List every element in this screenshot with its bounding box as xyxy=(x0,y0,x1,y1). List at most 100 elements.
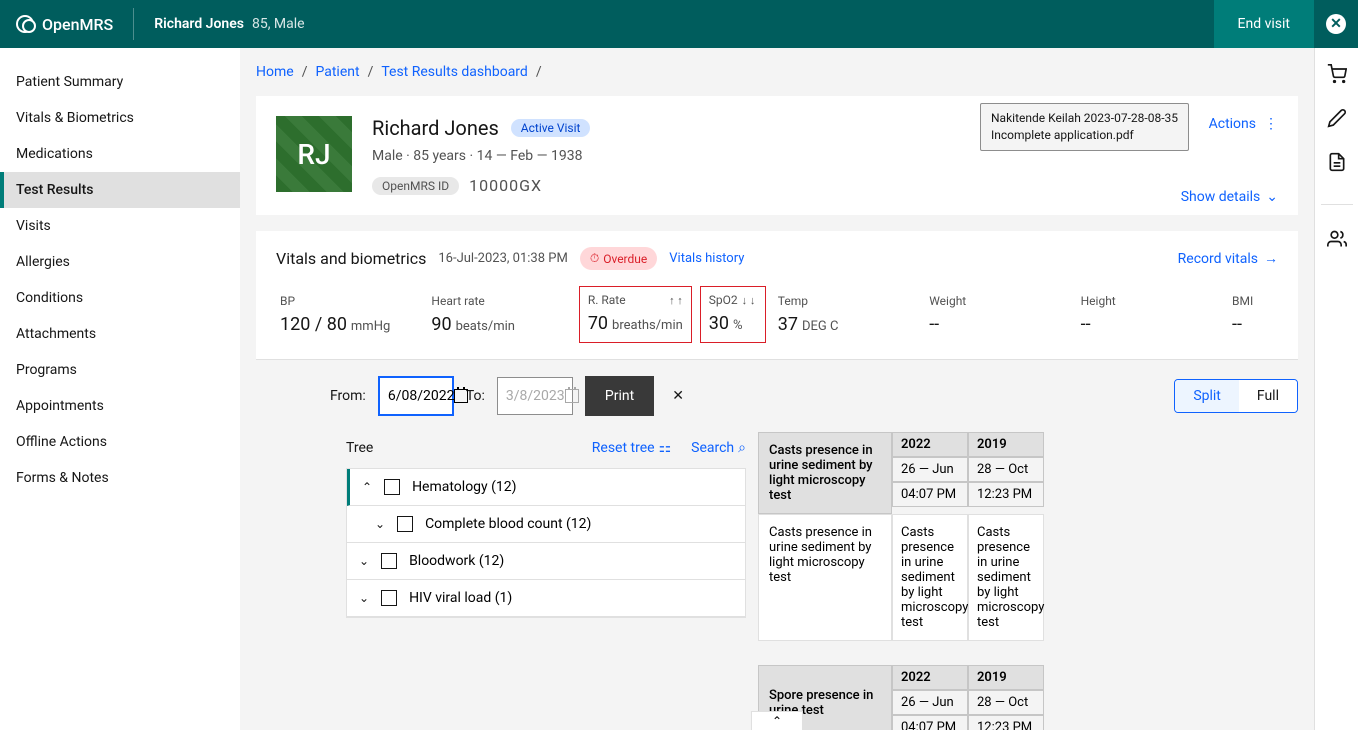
to-date-input[interactable]: 3/8/2023 xyxy=(497,377,573,415)
chevron-down-icon[interactable]: ⌄ xyxy=(375,517,385,531)
year-header: 2019 xyxy=(968,665,1044,690)
sidebar-item-medications[interactable]: Medications xyxy=(0,136,240,172)
tree-item-label: Bloodwork (12) xyxy=(409,553,504,569)
breadcrumb-home[interactable]: Home xyxy=(256,64,294,80)
openmrs-logo-icon xyxy=(16,15,34,33)
vitals-title: Vitals and biometrics xyxy=(276,249,426,268)
from-label: From: xyxy=(330,388,366,404)
header-patient-meta: 85, Male xyxy=(252,16,305,32)
breadcrumb: Home/ Patient/ Test Results dashboard/ xyxy=(240,48,1314,96)
sidebar-item-allergies[interactable]: Allergies xyxy=(0,244,240,280)
kebab-icon: ⋮ xyxy=(1264,116,1278,132)
chevron-up-icon: ⌃ xyxy=(772,714,782,728)
date-header: 26 — Jun xyxy=(892,690,968,715)
checkbox[interactable] xyxy=(397,516,413,532)
reset-tree-button[interactable]: Reset tree⚏ xyxy=(592,440,671,456)
app-header: OpenMRS Richard Jones 85, Male End visit… xyxy=(0,0,1358,48)
header-patient-name: Richard Jones xyxy=(154,16,244,32)
year-header: 2019 xyxy=(968,432,1044,457)
checkbox[interactable] xyxy=(381,590,397,606)
time-header: 04:07 PM xyxy=(892,482,968,507)
tree-item-cbc[interactable]: ⌄ Complete blood count (12) xyxy=(347,506,745,543)
actions-menu[interactable]: Actions ⋮ xyxy=(1209,116,1278,132)
print-button[interactable]: Print xyxy=(585,376,654,416)
logo-area: OpenMRS xyxy=(0,15,129,34)
vitals-history-link[interactable]: Vitals history xyxy=(669,251,744,266)
patient-header-info: Richard Jones 85, Male xyxy=(138,16,320,32)
users-icon[interactable] xyxy=(1327,229,1347,249)
search-icon: ⌕ xyxy=(738,440,746,456)
actions-label: Actions xyxy=(1209,116,1256,132)
vitals-section: Vitals and biometrics 16-Jul-2023, 01:38… xyxy=(256,231,1298,360)
tree-icon: ⚏ xyxy=(659,440,672,456)
show-details-button[interactable]: Show details ⌄ xyxy=(1181,189,1278,205)
sidebar-item-test-results[interactable]: Test Results xyxy=(0,172,240,208)
document-icon[interactable] xyxy=(1327,152,1347,172)
file-tooltip: Nakitende Keilah 2023-07-28-08-35 Incomp… xyxy=(980,103,1189,151)
tree-item-hiv[interactable]: ⌄ HIV viral load (1) xyxy=(347,580,745,617)
tree-item-label: Hematology (12) xyxy=(412,479,516,495)
record-vitals-button[interactable]: Record vitals→ xyxy=(1178,250,1278,267)
close-icon: ✕ xyxy=(1326,14,1346,34)
sidebar-item-offline[interactable]: Offline Actions xyxy=(0,424,240,460)
row-label: Casts presence in urine sediment by ligh… xyxy=(758,514,892,641)
date-header: 26 — Jun xyxy=(892,457,968,482)
search-button[interactable]: Search⌕ xyxy=(691,440,746,456)
cart-icon[interactable] xyxy=(1327,64,1347,84)
split-view-button[interactable]: Split xyxy=(1175,380,1239,412)
arrow-right-icon: → xyxy=(1264,250,1278,267)
breadcrumb-dashboard[interactable]: Test Results dashboard xyxy=(381,64,527,80)
sidebar-item-visits[interactable]: Visits xyxy=(0,208,240,244)
sidebar-item-programs[interactable]: Programs xyxy=(0,352,240,388)
chevron-up-icon[interactable]: ⌃ xyxy=(362,480,372,494)
checkbox[interactable] xyxy=(384,479,400,495)
tooltip-line2: Incomplete application.pdf xyxy=(991,127,1178,144)
id-type-badge: OpenMRS ID xyxy=(372,177,459,195)
main-content: Nakitende Keilah 2023-07-28-08-35 Incomp… xyxy=(240,48,1314,730)
tree-item-bloodwork[interactable]: ⌄ Bloodwork (12) xyxy=(347,543,745,580)
left-sidebar: Patient Summary Vitals & Biometrics Medi… xyxy=(0,48,240,730)
calendar-icon xyxy=(454,389,468,403)
date-header: 28 — Oct xyxy=(968,457,1044,482)
sidebar-item-appointments[interactable]: Appointments xyxy=(0,388,240,424)
time-header: 04:07 PM xyxy=(892,715,968,730)
tree-item-hematology[interactable]: ⌃ Hematology (12) xyxy=(347,469,745,506)
date-header: 28 — Oct xyxy=(968,690,1044,715)
chevron-down-icon[interactable]: ⌄ xyxy=(359,554,369,568)
patient-id: 10000GX xyxy=(469,176,542,195)
end-visit-button[interactable]: End visit xyxy=(1214,0,1314,48)
table-row-header: Casts presence in urine sediment by ligh… xyxy=(758,432,892,514)
up-arrows-icon: ↑ ↑ xyxy=(669,294,683,307)
chevron-down-icon[interactable]: ⌄ xyxy=(359,591,369,605)
full-view-button[interactable]: Full xyxy=(1239,380,1297,412)
time-header: 12:23 PM xyxy=(968,482,1044,507)
chevron-down-icon: ⌄ xyxy=(1266,189,1278,205)
data-cell: Casts presence in urine sediment by ligh… xyxy=(892,514,968,641)
tree-panel: Tree Reset tree⚏ Search⌕ ⌃ Hematology (1… xyxy=(346,432,746,730)
pencil-icon[interactable] xyxy=(1327,108,1347,128)
sidebar-item-patient-summary[interactable]: Patient Summary xyxy=(0,64,240,100)
checkbox[interactable] xyxy=(381,553,397,569)
sidebar-item-attachments[interactable]: Attachments xyxy=(0,316,240,352)
from-date-input[interactable]: 6/08/2022 xyxy=(378,376,454,416)
active-visit-badge: Active Visit xyxy=(511,119,591,137)
to-label: To: xyxy=(466,388,485,404)
vitals-date: 16-Jul-2023, 01:38 PM xyxy=(438,251,567,266)
vital-spo2: SpO2↓ ↓ 30 % xyxy=(700,286,766,343)
expand-handle[interactable]: ⌃ xyxy=(751,711,803,730)
breadcrumb-patient[interactable]: Patient xyxy=(315,64,359,80)
sidebar-item-conditions[interactable]: Conditions xyxy=(0,280,240,316)
vital-height: Height -- xyxy=(1077,286,1228,343)
clear-button[interactable]: ✕ xyxy=(672,388,684,404)
close-button[interactable]: ✕ xyxy=(1314,0,1358,48)
avatar: RJ xyxy=(276,116,352,192)
down-arrows-icon: ↓ ↓ xyxy=(742,294,756,307)
view-toggle: Split Full xyxy=(1174,379,1298,413)
sidebar-item-forms[interactable]: Forms & Notes xyxy=(0,460,240,496)
header-divider xyxy=(133,8,134,40)
time-header: 12:23 PM xyxy=(968,715,1044,730)
year-header: 2022 xyxy=(892,665,968,690)
vital-weight: Weight -- xyxy=(925,286,1076,343)
sidebar-item-vitals[interactable]: Vitals & Biometrics xyxy=(0,100,240,136)
vital-heart-rate: Heart rate 90 beats/min xyxy=(427,286,578,343)
